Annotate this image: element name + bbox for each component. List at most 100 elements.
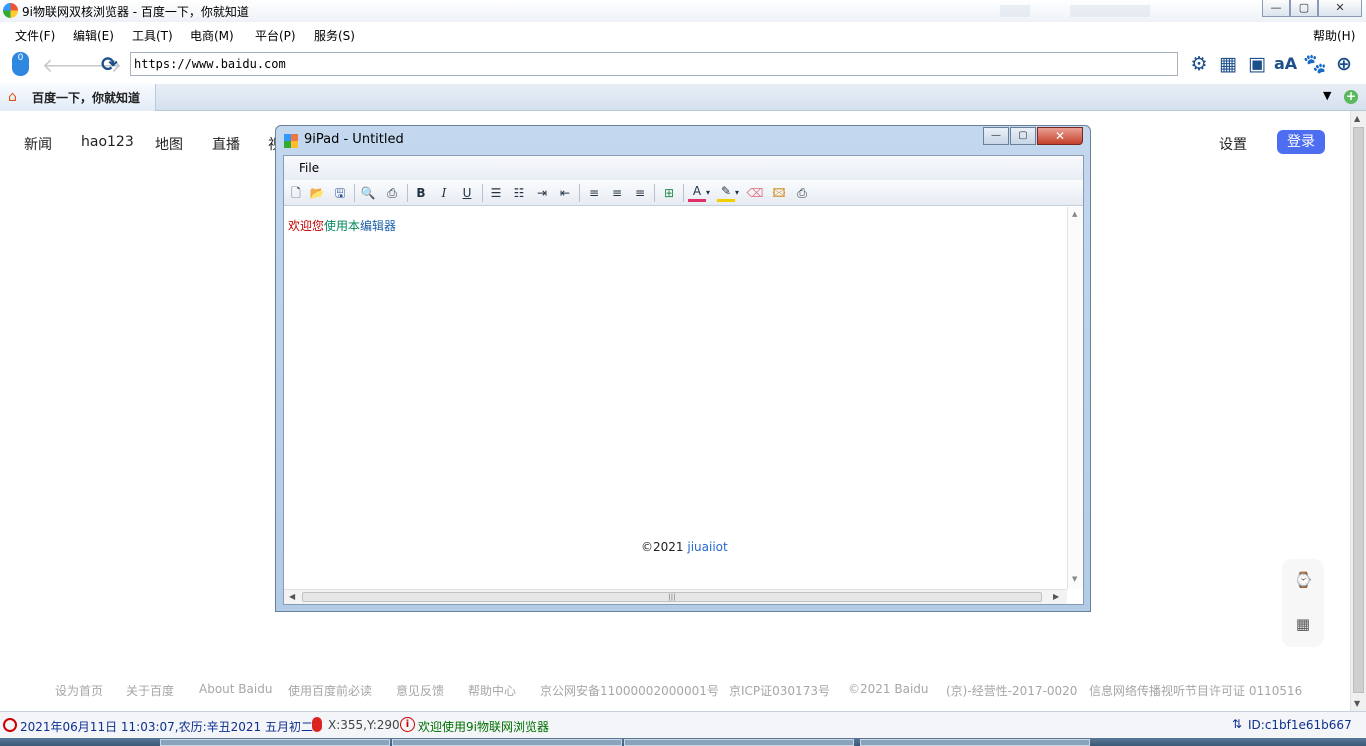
indent-icon[interactable]: ⇥ xyxy=(533,184,551,202)
bold-icon[interactable]: B xyxy=(412,184,430,202)
editor-scroll-down-icon[interactable]: ▼ xyxy=(1072,575,1077,583)
mouse-mode-icon[interactable]: 0 xyxy=(12,52,29,76)
footer-link-broadcast[interactable]: 信息网络传播视听节目许可证 0110516 xyxy=(1089,682,1302,699)
baidu-nav-hao123[interactable]: hao123 xyxy=(81,134,134,150)
editor-vertical-scrollbar[interactable]: ▲ ▼ xyxy=(1067,207,1083,589)
scroll-up-icon[interactable]: ▲ xyxy=(1354,114,1360,123)
ipad-text-area[interactable]: 欢迎您使用本编辑器 xyxy=(284,207,1067,589)
footer-link-about[interactable]: 关于百度 xyxy=(126,682,174,699)
highlight-dropdown-icon[interactable]: ▾ xyxy=(733,184,741,202)
menu-service[interactable]: 服务(S) xyxy=(314,27,355,44)
tab-baidu[interactable]: ⌂ 百度一下，你就知道 xyxy=(0,84,156,111)
menu-edit[interactable]: 编辑(E) xyxy=(73,27,114,44)
baidu-nav-news[interactable]: 新闻 xyxy=(24,134,52,154)
outdent-icon[interactable]: ⇤ xyxy=(556,184,574,202)
settings-gear-icon[interactable]: ⚙ xyxy=(1188,53,1210,75)
ipad-window-title: 9iPad - Untitled xyxy=(304,132,404,147)
minimize-button[interactable]: — xyxy=(1262,0,1290,17)
editor-scroll-up-icon[interactable]: ▲ xyxy=(1072,210,1077,218)
footer-link-homepage[interactable]: 设为首页 xyxy=(55,682,103,699)
address-bar[interactable]: https://www.baidu.com xyxy=(130,52,1178,76)
refresh-icon[interactable]: ⟳ xyxy=(101,52,118,76)
align-right-icon[interactable]: ≡ xyxy=(631,184,649,202)
ipad-minimize-button[interactable]: — xyxy=(983,127,1009,145)
footer-link-icp[interactable]: 京ICP证030173号 xyxy=(729,682,830,699)
status-bar: 2021年06月11日 11:03:07,农历:辛丑2021 五月初二 X:35… xyxy=(0,711,1366,738)
scroll-down-icon[interactable]: ▼ xyxy=(1354,699,1360,708)
toolbar-separator xyxy=(354,184,355,202)
os-taskbar xyxy=(0,738,1366,746)
editor-hscroll-thumb[interactable]: ||| xyxy=(302,592,1042,602)
footer-link-help[interactable]: 帮助中心 xyxy=(468,682,516,699)
printer-icon[interactable]: ⎙ xyxy=(793,184,811,202)
menu-bar: 文件(F) 编辑(E) 工具(T) 电商(M) 平台(P) 服务(S) 帮助(H… xyxy=(0,22,1366,46)
baidu-paw-icon[interactable]: 🐾 xyxy=(1303,53,1327,75)
editor-horizontal-scrollbar[interactable]: ◀ ||| ▶ xyxy=(284,589,1067,604)
align-center-icon[interactable]: ≡ xyxy=(608,184,626,202)
print-preview-icon[interactable]: 🔍 xyxy=(359,184,377,202)
menu-platform[interactable]: 平台(P) xyxy=(255,27,296,44)
footer-link-feedback[interactable]: 意见反馈 xyxy=(396,682,444,699)
underline-icon[interactable]: U xyxy=(458,184,476,202)
open-folder-icon[interactable]: 📂 xyxy=(308,184,326,202)
baidu-login-button[interactable]: 登录 xyxy=(1277,130,1325,154)
align-left-icon[interactable]: ≡ xyxy=(585,184,603,202)
status-welcome: 欢迎使用9i物联网浏览器 xyxy=(418,720,549,734)
side-tools-card: ⌚ ▦ xyxy=(1282,559,1324,647)
save-icon[interactable]: 🖫 xyxy=(331,184,349,202)
navigation-bar: 0 🡐 🡒 ⟳ https://www.baidu.com ⚙ ▦ ▣ aA 🐾… xyxy=(0,46,1366,84)
new-doc-icon[interactable]: 🗋 xyxy=(287,184,305,202)
toolbar-separator xyxy=(683,184,684,202)
taskbar-item[interactable] xyxy=(860,739,1090,746)
qr-code-small-icon[interactable]: ▦ xyxy=(1294,615,1312,633)
tab-list-dropdown-icon[interactable]: ▼ xyxy=(1323,89,1331,102)
toolbar-separator xyxy=(579,184,580,202)
info-icon: i xyxy=(400,717,415,732)
ipad-restore-button[interactable]: ▢ xyxy=(1010,127,1036,145)
add-circle-icon[interactable]: ⊕ xyxy=(1333,53,1355,75)
scroll-thumb[interactable] xyxy=(1353,127,1364,693)
ipad-close-button[interactable]: ✕ xyxy=(1037,127,1083,145)
baidu-nav-live[interactable]: 直播 xyxy=(212,134,240,154)
page-copyright: ©2021 jiuaiiot xyxy=(641,540,728,554)
close-button[interactable]: ✕ xyxy=(1318,0,1362,17)
copyright-link[interactable]: jiuaiiot xyxy=(687,540,727,554)
taskbar-item[interactable] xyxy=(160,739,390,746)
italic-icon[interactable]: I xyxy=(435,184,453,202)
qr-code-icon[interactable]: ▦ xyxy=(1217,53,1239,75)
mouse-position-icon xyxy=(312,717,322,732)
menu-help[interactable]: 帮助(H) xyxy=(1313,27,1355,44)
baidu-settings-link[interactable]: 设置 xyxy=(1219,134,1247,154)
menu-tools[interactable]: 工具(T) xyxy=(132,27,173,44)
restore-button[interactable]: ▢ xyxy=(1290,0,1318,17)
font-color-dropdown-icon[interactable]: ▾ xyxy=(704,184,712,202)
footer-link-police[interactable]: 京公网安备11000002000001号 xyxy=(540,682,719,699)
footer-link-about-en[interactable]: About Baidu xyxy=(199,682,272,696)
menu-ecommerce[interactable]: 电商(M) xyxy=(190,27,234,44)
insert-image-icon[interactable]: ⊞ xyxy=(660,184,678,202)
page-scrollbar[interactable]: ▲ ▼ xyxy=(1350,111,1366,711)
ipad-menu-bar: File xyxy=(284,156,1083,180)
eraser-icon[interactable]: ⌫ xyxy=(746,184,764,202)
baidu-nav-map[interactable]: 地图 xyxy=(155,134,183,154)
editor-scroll-right-icon[interactable]: ▶ xyxy=(1053,592,1059,601)
editor-scroll-left-icon[interactable]: ◀ xyxy=(289,592,295,601)
fullscreen-icon[interactable]: ▣ xyxy=(1246,53,1268,75)
picture-icon[interactable]: 🖾 xyxy=(770,184,788,202)
print-icon[interactable]: ⎙ xyxy=(383,184,401,202)
footer-link-terms[interactable]: 使用百度前必读 xyxy=(288,682,372,699)
ipad-app-icon xyxy=(284,134,298,148)
welcome-part-blue: 编辑器 xyxy=(360,219,397,233)
taskbar-item[interactable] xyxy=(392,739,622,746)
font-size-icon[interactable]: aA xyxy=(1274,53,1297,75)
ipad-menu-file[interactable]: File xyxy=(299,161,319,175)
bullet-list-icon[interactable]: ☰ xyxy=(487,184,505,202)
footer-link-license[interactable]: (京)-经营性-2017-0020 xyxy=(946,682,1077,699)
network-icon: ⇅ xyxy=(1232,717,1243,731)
taskbar-item[interactable] xyxy=(624,739,854,746)
feedback-icon[interactable]: ⌚ xyxy=(1294,571,1313,589)
menu-file[interactable]: 文件(F) xyxy=(15,27,55,44)
toolbar-separator xyxy=(654,184,655,202)
new-tab-icon[interactable]: + xyxy=(1344,90,1358,104)
numbered-list-icon[interactable]: ☷ xyxy=(510,184,528,202)
